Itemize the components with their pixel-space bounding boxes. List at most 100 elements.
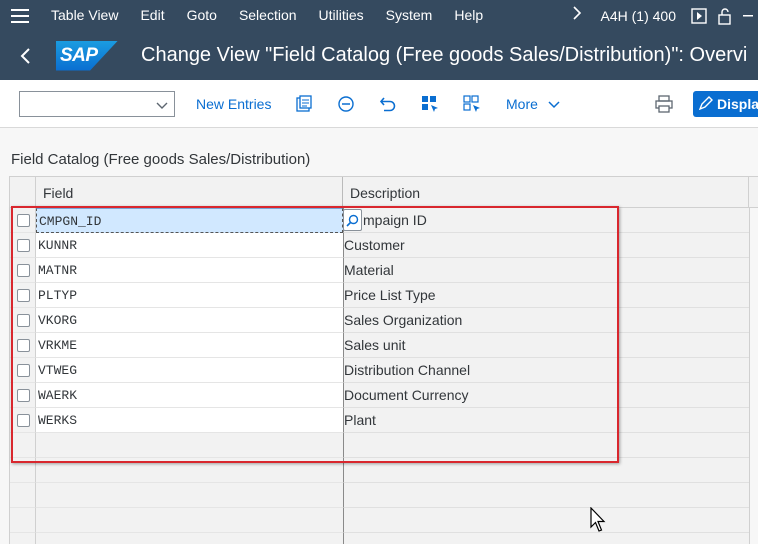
- back-arrow-icon[interactable]: [0, 31, 50, 80]
- row-end-cell: [749, 358, 758, 383]
- row-selector: [10, 508, 36, 533]
- field-cell[interactable]: PLTYP: [36, 283, 343, 308]
- menu-table-view[interactable]: Table View: [40, 0, 129, 31]
- menu-goto[interactable]: Goto: [176, 0, 228, 31]
- field-cell[interactable]: [36, 483, 343, 508]
- row-selector[interactable]: [10, 208, 36, 233]
- row-checkbox[interactable]: [17, 239, 30, 252]
- search-help-icon[interactable]: [343, 209, 362, 231]
- menu-right-area: A4H (1) 400: [563, 0, 758, 31]
- copy-as-icon[interactable]: [294, 94, 314, 114]
- application-toolbar: New Entries More Displa: [0, 80, 758, 128]
- field-cell[interactable]: WERKS: [36, 408, 343, 433]
- field-catalog-table: Field Description CMPGN_ID mpaign ID KUN…: [9, 176, 758, 544]
- description-cell: Plant: [343, 408, 749, 433]
- table-row: VRKME Sales unit: [10, 333, 758, 358]
- row-selector[interactable]: [10, 233, 36, 258]
- description-cell: Sales unit: [343, 333, 749, 358]
- field-cell[interactable]: [36, 433, 343, 458]
- row-checkbox[interactable]: [17, 414, 30, 427]
- row-checkbox[interactable]: [17, 314, 30, 327]
- row-selector[interactable]: [10, 358, 36, 383]
- menu-utilities[interactable]: Utilities: [308, 0, 375, 31]
- table-header: Field Description: [10, 177, 758, 208]
- field-cell[interactable]: [36, 508, 343, 533]
- row-end-cell: [749, 483, 758, 508]
- table-row: WAERK Document Currency: [10, 383, 758, 408]
- row-checkbox[interactable]: [17, 264, 30, 277]
- description-text: mpaign ID: [363, 212, 427, 228]
- row-end-cell: [749, 208, 758, 233]
- menu-system[interactable]: System: [375, 0, 444, 31]
- row-end-cell: [749, 233, 758, 258]
- column-divider[interactable]: [342, 177, 343, 208]
- minimize-icon[interactable]: [738, 0, 758, 31]
- select-all-icon[interactable]: [420, 94, 440, 114]
- empty-row: [10, 508, 758, 533]
- field-cell[interactable]: VKORG: [36, 308, 343, 333]
- more-menu-button[interactable]: More: [506, 96, 560, 112]
- menu-help[interactable]: Help: [443, 0, 494, 31]
- row-checkbox[interactable]: [17, 389, 30, 402]
- table-row: VTWEG Distribution Channel: [10, 358, 758, 383]
- description-cell: [343, 458, 749, 483]
- row-end-cell: [749, 533, 758, 544]
- row-end-cell: [749, 433, 758, 458]
- deselect-all-icon[interactable]: [462, 94, 482, 114]
- undo-icon[interactable]: [378, 94, 398, 114]
- chevron-right-icon[interactable]: [563, 6, 591, 25]
- row-end-cell: [749, 508, 758, 533]
- description-cell: Material: [343, 258, 749, 283]
- field-cell[interactable]: KUNNR: [36, 233, 343, 258]
- field-cell[interactable]: WAERK: [36, 383, 343, 408]
- chevron-down-icon[interactable]: [156, 98, 168, 116]
- description-cell: [343, 508, 749, 533]
- empty-row: [10, 458, 758, 483]
- display-change-button[interactable]: Displa: [693, 91, 758, 117]
- row-checkbox[interactable]: [17, 339, 30, 352]
- table-row: MATNR Material: [10, 258, 758, 283]
- row-checkbox[interactable]: [17, 364, 30, 377]
- field-cell[interactable]: CMPGN_ID: [36, 208, 343, 233]
- row-selector[interactable]: [10, 258, 36, 283]
- row-selector: [10, 533, 36, 544]
- hamburger-menu-icon[interactable]: [0, 0, 40, 31]
- field-cell[interactable]: VRKME: [36, 333, 343, 358]
- description-cell: [343, 533, 749, 544]
- field-cell[interactable]: [36, 458, 343, 483]
- menu-edit[interactable]: Edit: [129, 0, 175, 31]
- row-selector[interactable]: [10, 308, 36, 333]
- section-title: Field Catalog (Free goods Sales/Distribu…: [11, 151, 311, 168]
- row-end-cell: [749, 408, 758, 433]
- column-header-field[interactable]: Field: [43, 185, 73, 201]
- select-all-header-cell[interactable]: [10, 177, 36, 208]
- row-end-cell: [749, 283, 758, 308]
- field-cell[interactable]: VTWEG: [36, 358, 343, 383]
- play-icon[interactable]: [686, 0, 712, 31]
- description-cell: Distribution Channel: [343, 358, 749, 383]
- new-entries-button[interactable]: New Entries: [196, 96, 271, 112]
- print-icon[interactable]: [654, 94, 674, 114]
- row-selector[interactable]: [10, 283, 36, 308]
- table-row: VKORG Sales Organization: [10, 308, 758, 333]
- menu-selection[interactable]: Selection: [228, 0, 308, 31]
- column-divider: [748, 177, 749, 208]
- command-field[interactable]: [19, 91, 175, 117]
- unlock-icon[interactable]: [712, 0, 738, 31]
- display-change-label: Displa: [717, 96, 758, 112]
- delete-icon[interactable]: [336, 94, 356, 114]
- column-header-description[interactable]: Description: [350, 185, 420, 201]
- empty-row: [10, 483, 758, 508]
- row-selector[interactable]: [10, 383, 36, 408]
- field-cell[interactable]: MATNR: [36, 258, 343, 283]
- row-end-cell: [749, 458, 758, 483]
- chevron-down-icon: [548, 96, 560, 112]
- row-selector[interactable]: [10, 408, 36, 433]
- empty-row: [10, 433, 758, 458]
- description-cell: Price List Type: [343, 283, 749, 308]
- row-checkbox[interactable]: [17, 214, 30, 227]
- row-checkbox[interactable]: [17, 289, 30, 302]
- description-cell: [343, 483, 749, 508]
- field-cell[interactable]: [36, 533, 343, 544]
- row-selector[interactable]: [10, 333, 36, 358]
